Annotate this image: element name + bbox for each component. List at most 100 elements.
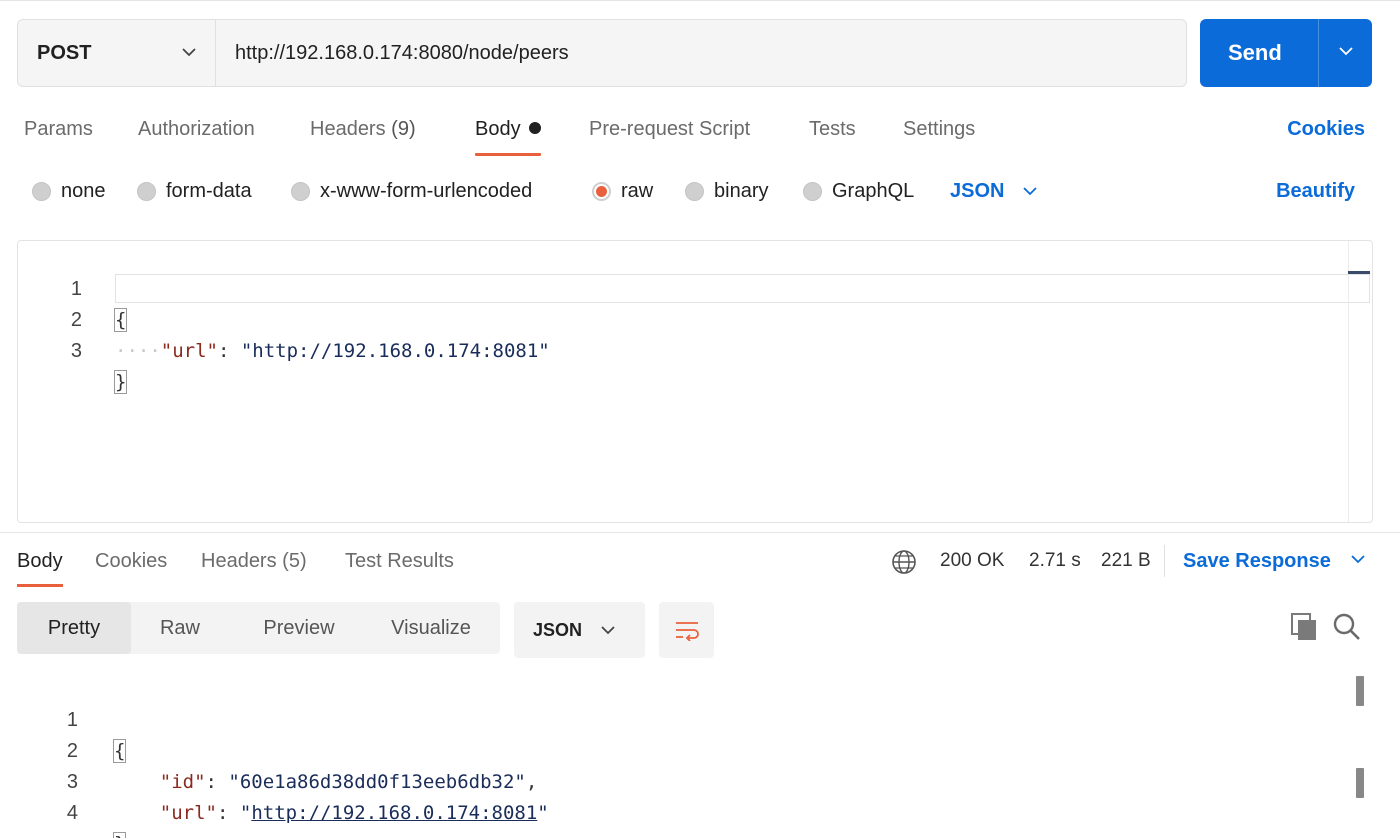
request-body-editor[interactable]: 1 { 2 ····"url": "http://192.168.0.174:8… — [17, 240, 1373, 523]
tab-pre-request-script[interactable]: Pre-request Script — [589, 110, 750, 156]
tab-settings[interactable]: Settings — [903, 110, 975, 156]
copy-icon — [1291, 613, 1316, 640]
wrap-lines-button[interactable] — [659, 602, 714, 658]
search-icon — [1333, 613, 1360, 640]
save-response-button[interactable]: Save Response — [1183, 545, 1366, 577]
tab-headers-label: Headers — [310, 118, 386, 140]
body-type-options: none form-data x-www-form-urlencoded raw… — [0, 170, 1400, 212]
save-response-label: Save Response — [1183, 550, 1331, 572]
tab-authorization[interactable]: Authorization — [138, 110, 255, 156]
line-number: 3 — [70, 340, 82, 362]
beautify-button[interactable]: Beautify — [1276, 170, 1355, 212]
indent-whitespace: ···· — [115, 340, 161, 362]
tab-tests[interactable]: Tests — [809, 110, 856, 156]
tab-params-label: Params — [24, 118, 93, 140]
view-preview[interactable]: Preview — [241, 602, 357, 654]
chevron-down-icon[interactable] — [1338, 45, 1354, 57]
code-line: 3 } — [18, 305, 1372, 394]
url-text: http://192.168.0.174:8080/node/peers — [235, 41, 569, 64]
response-tab-test-results-label: Test Results — [345, 550, 454, 572]
tab-params[interactable]: Params — [24, 110, 93, 156]
radio-raw-label: raw — [621, 179, 654, 202]
json-key: "url" — [160, 340, 218, 362]
cookies-link[interactable]: Cookies — [1287, 110, 1365, 148]
json-quote: " — [537, 802, 549, 824]
search-button[interactable] — [1332, 612, 1362, 642]
modified-dot-icon — [528, 122, 541, 134]
response-body-viewer[interactable]: 1 { 2 "id": "60e1a86d38dd0f13eeb6db32", … — [0, 674, 1400, 838]
code-line: 2 "id": "60e1a86d38dd0f13eeb6db32", — [0, 705, 1400, 793]
chevron-down-icon — [1023, 187, 1038, 196]
globe-icon[interactable] — [891, 549, 917, 575]
copy-button[interactable] — [1290, 612, 1318, 642]
response-tab-body-label: Body — [17, 550, 63, 572]
code-line: 2 ····"url": "http://192.168.0.174:8081" — [18, 274, 1372, 362]
close-brace: } — [113, 370, 128, 394]
response-format-select[interactable]: JSON — [514, 602, 645, 658]
response-tab-headers[interactable]: Headers (5) — [201, 545, 307, 587]
response-tab-cookies[interactable]: Cookies — [95, 545, 167, 587]
language-select-label: JSON — [950, 179, 1005, 202]
response-tab-body[interactable]: Body — [17, 545, 63, 587]
radio-circle-icon — [137, 181, 156, 201]
json-colon: : — [217, 340, 241, 362]
radio-urlencoded[interactable]: x-www-form-urlencoded — [291, 170, 532, 212]
radio-circle-icon — [803, 181, 822, 201]
response-tab-headers-count: (5) — [282, 550, 307, 572]
method-select[interactable]: POST — [18, 20, 216, 86]
chevron-down-icon — [601, 626, 615, 635]
tab-headers-count: (9) — [391, 118, 416, 140]
response-tab-test-results[interactable]: Test Results — [345, 545, 454, 587]
chevron-down-icon — [182, 48, 196, 57]
view-visualize[interactable]: Visualize — [377, 602, 485, 654]
radio-form-data[interactable]: form-data — [137, 170, 252, 212]
top-border — [0, 0, 1400, 1]
response-scrollbar-top[interactable] — [1356, 676, 1364, 706]
radio-urlencoded-label: x-www-form-urlencoded — [320, 179, 533, 202]
method-label: POST — [37, 41, 92, 64]
response-format-label: JSON — [533, 619, 583, 640]
tab-body[interactable]: Body — [475, 110, 541, 156]
send-button[interactable]: Send — [1200, 19, 1372, 87]
tab-pre-request-label: Pre-request Script — [589, 118, 751, 140]
response-scrollbar-bottom[interactable] — [1356, 768, 1364, 798]
view-pretty[interactable]: Pretty — [17, 602, 131, 654]
tab-tests-label: Tests — [809, 118, 856, 140]
json-url-link[interactable]: http://192.168.0.174:8081 — [251, 802, 537, 824]
code-line: 3 "url": "http://192.168.0.174:8081" — [0, 736, 1400, 824]
radio-circle-icon — [291, 181, 310, 201]
response-divider[interactable] — [0, 532, 1400, 533]
radio-none[interactable]: none — [32, 170, 106, 212]
tab-headers[interactable]: Headers (9) — [310, 110, 416, 156]
radio-binary[interactable]: binary — [685, 170, 768, 212]
response-size[interactable]: 221 B — [1101, 545, 1151, 577]
response-time[interactable]: 2.71 s — [1029, 545, 1081, 577]
wrap-lines-icon — [675, 622, 699, 641]
tab-settings-label: Settings — [903, 118, 976, 140]
status-code[interactable]: 200 OK — [940, 545, 1004, 577]
tab-authorization-label: Authorization — [138, 118, 255, 140]
close-brace: } — [112, 832, 127, 838]
response-tab-headers-label: Headers — [201, 550, 277, 572]
radio-graphql-label: GraphQL — [832, 179, 915, 202]
line-number: 4 — [66, 802, 78, 824]
radio-circle-icon — [32, 181, 51, 201]
view-raw[interactable]: Raw — [141, 602, 219, 654]
radio-circle-icon — [685, 181, 704, 201]
chevron-down-icon — [1351, 555, 1366, 564]
request-tabs: Params Authorization Headers (9) Body Pr… — [0, 110, 1400, 158]
radio-binary-label: binary — [714, 179, 769, 202]
radio-graphql[interactable]: GraphQL — [803, 170, 914, 212]
json-value: "http://192.168.0.174:8081" — [240, 340, 550, 362]
code-line: 1 { — [18, 243, 1372, 332]
json-colon: : — [216, 802, 240, 824]
response-tab-cookies-label: Cookies — [95, 550, 168, 572]
send-divider — [1318, 19, 1319, 87]
radio-raw[interactable]: raw — [592, 170, 653, 212]
send-label: Send — [1228, 40, 1282, 65]
language-select[interactable]: JSON — [950, 170, 1038, 212]
url-input[interactable]: http://192.168.0.174:8080/node/peers — [216, 20, 1186, 86]
json-quote: " — [239, 802, 252, 824]
meta-divider — [1164, 545, 1165, 577]
editor-scrollbar[interactable] — [1348, 241, 1372, 522]
